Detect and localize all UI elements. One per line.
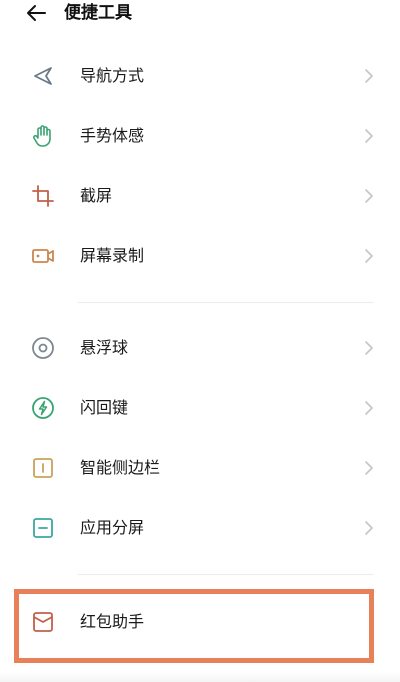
row-smart-sidebar[interactable]: 智能侧边栏 xyxy=(0,438,400,498)
row-screenshot[interactable]: 截屏 xyxy=(0,166,400,226)
chevron-right-icon xyxy=(365,249,373,263)
split-screen-icon xyxy=(30,515,56,541)
section-divider xyxy=(78,574,374,575)
row-navigation-mode[interactable]: 导航方式 xyxy=(0,46,400,106)
row-label: 闪回键 xyxy=(80,398,129,417)
row-floating-ball[interactable]: 悬浮球 xyxy=(0,318,400,378)
row-screen-recording[interactable]: 屏幕录制 xyxy=(0,226,400,286)
row-label: 手势体感 xyxy=(80,126,145,145)
page-title: 便捷工具 xyxy=(64,3,132,23)
row-label: 悬浮球 xyxy=(80,338,129,357)
row-label: 导航方式 xyxy=(80,66,145,85)
row-red-packet-assistant[interactable]: 红包助手 xyxy=(0,592,400,652)
row-gesture-motion[interactable]: 手势体感 xyxy=(0,106,400,166)
chevron-right-icon xyxy=(365,129,373,143)
row-app-split-screen[interactable]: 应用分屏 xyxy=(0,498,400,558)
chevron-right-icon xyxy=(365,69,373,83)
floating-ball-icon xyxy=(30,335,56,361)
lightning-icon xyxy=(30,395,56,421)
row-label: 截屏 xyxy=(80,186,113,205)
chevron-right-icon xyxy=(365,521,373,535)
back-button[interactable] xyxy=(24,2,48,24)
chevron-right-icon xyxy=(365,189,373,203)
crop-icon xyxy=(30,183,56,209)
envelope-icon xyxy=(30,609,56,635)
row-label: 屏幕录制 xyxy=(80,246,145,265)
header: 便捷工具 xyxy=(0,0,400,28)
hand-gesture-icon xyxy=(30,123,56,149)
sidebar-icon xyxy=(30,455,56,481)
bottom-edge xyxy=(0,672,400,682)
section-divider xyxy=(78,302,374,303)
chevron-right-icon xyxy=(365,341,373,355)
row-label: 智能侧边栏 xyxy=(80,458,161,477)
chevron-right-icon xyxy=(365,461,373,475)
chevron-right-icon xyxy=(365,401,373,415)
arrow-left-icon xyxy=(27,5,46,21)
navigation-arrow-icon xyxy=(30,63,56,89)
row-label: 红包助手 xyxy=(80,612,145,631)
video-camera-icon xyxy=(30,243,56,269)
row-label: 应用分屏 xyxy=(80,518,145,537)
row-flashback-key[interactable]: 闪回键 xyxy=(0,378,400,438)
